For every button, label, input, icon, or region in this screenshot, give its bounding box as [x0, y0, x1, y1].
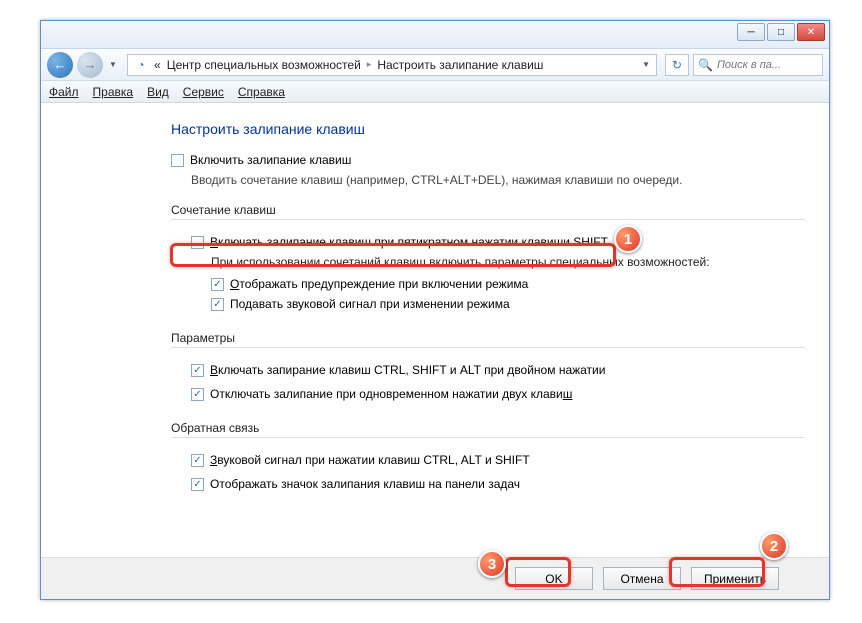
accessibility-icon: ◔: [134, 58, 148, 72]
address-dropdown-icon[interactable]: ▼: [642, 60, 650, 69]
search-box[interactable]: 🔍: [693, 54, 823, 76]
show-warning-label[interactable]: Отображать предупреждение при включении …: [230, 277, 528, 291]
turnoff-two-keys-label[interactable]: Отключать залипание при одновременном на…: [210, 387, 572, 401]
menu-tools[interactable]: Сервис: [183, 85, 224, 99]
shift5-row: Включать залипание клавиш при пятикратно…: [191, 235, 805, 249]
group-feedback: Обратная связь: [171, 421, 805, 435]
breadcrumb-parent[interactable]: Центр специальных возможностей: [167, 58, 361, 72]
cancel-button[interactable]: Отмена: [603, 567, 681, 590]
close-button[interactable]: ✕: [797, 23, 825, 41]
breadcrumb-current[interactable]: Настроить залипание клавиш: [377, 58, 543, 72]
lock-modifier-checkbox[interactable]: [191, 364, 204, 377]
back-button[interactable]: ←: [47, 52, 73, 78]
show-warning-checkbox[interactable]: [211, 278, 224, 291]
refresh-button[interactable]: ↻: [665, 54, 689, 76]
search-input[interactable]: [717, 59, 818, 71]
turnoff-two-keys-checkbox[interactable]: [191, 388, 204, 401]
menu-file[interactable]: Файл: [49, 85, 79, 99]
beep-checkbox[interactable]: [191, 454, 204, 467]
window-controls: ─ □ ✕: [737, 23, 825, 41]
minimize-button[interactable]: ─: [737, 23, 765, 41]
group-shortcut: Сочетание клавиш: [171, 203, 805, 217]
tray-icon-checkbox[interactable]: [191, 478, 204, 491]
control-panel-window: ─ □ ✕ ← → ▼ ◔ « Центр специальных возмож…: [40, 20, 830, 600]
menu-view[interactable]: Вид: [147, 85, 169, 99]
tray-icon-label[interactable]: Отображать значок залипания клавиш на па…: [210, 477, 520, 491]
lock-modifier-label[interactable]: Включать запирание клавиш CTRL, SHIFT и …: [210, 363, 605, 377]
enable-sticky-keys-checkbox[interactable]: [171, 154, 184, 167]
play-sound-checkbox[interactable]: [211, 298, 224, 311]
breadcrumb-prefix: «: [154, 58, 161, 72]
forward-button[interactable]: →: [77, 52, 103, 78]
enable-sticky-keys-row: Включить залипание клавиш: [171, 153, 805, 167]
beep-label[interactable]: Звуковой сигнал при нажатии клавиш CTRL,…: [210, 453, 530, 467]
address-bar[interactable]: ◔ « Центр специальных возможностей ▸ Нас…: [127, 54, 657, 76]
menu-bar: Файл Правка Вид Сервис Справка: [41, 81, 829, 103]
maximize-button[interactable]: □: [767, 23, 795, 41]
content-area: Настроить залипание клавиш Включить зали…: [41, 103, 829, 563]
page-title: Настроить залипание клавиш: [171, 121, 805, 137]
group-options: Параметры: [171, 331, 805, 345]
enable-sticky-keys-label[interactable]: Включить залипание клавиш: [190, 153, 351, 167]
breadcrumb-separator-icon: ▸: [367, 59, 372, 70]
apply-button[interactable]: Применить: [691, 567, 779, 590]
navigation-bar: ← → ▼ ◔ « Центр специальных возможностей…: [41, 49, 829, 81]
sub-description: При использовании сочетаний клавиш включ…: [211, 255, 805, 269]
menu-edit[interactable]: Правка: [93, 85, 134, 99]
ok-button[interactable]: OK: [515, 567, 593, 590]
search-icon: 🔍: [698, 58, 713, 72]
nav-history-dropdown[interactable]: ▼: [107, 55, 119, 75]
shift5-checkbox[interactable]: [191, 236, 204, 249]
enable-description: Вводить сочетание клавиш (например, CTRL…: [191, 173, 805, 187]
menu-help[interactable]: Справка: [238, 85, 285, 99]
titlebar: ─ □ ✕: [41, 21, 829, 49]
dialog-footer: OK Отмена Применить: [41, 557, 829, 599]
shift5-label[interactable]: Включать залипание клавиш при пятикратно…: [210, 235, 608, 249]
play-sound-label[interactable]: Подавать звуковой сигнал при изменении р…: [230, 297, 510, 311]
